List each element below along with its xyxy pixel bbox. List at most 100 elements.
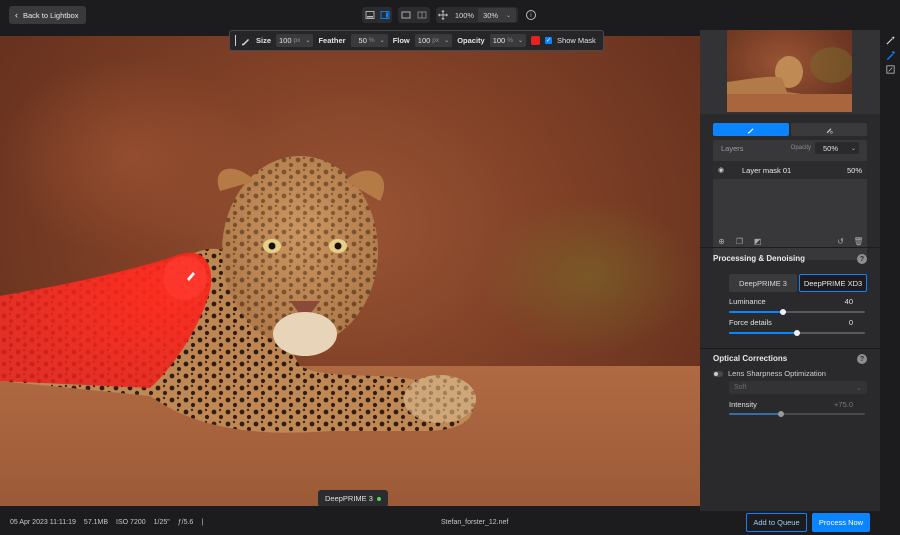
trash-icon[interactable]: 🗑 bbox=[853, 237, 863, 246]
chevron-down-icon: ⌄ bbox=[856, 384, 862, 392]
show-mask-checkbox[interactable]: ✓ bbox=[545, 37, 553, 44]
feather-label: Feather bbox=[318, 36, 346, 45]
invert-mask-icon[interactable]: ◩ bbox=[753, 237, 762, 246]
feather-field[interactable]: 50 % ⌄ bbox=[350, 34, 388, 47]
brush-toolbar: Size 100 px ⌄ Feather 50 % ⌄ Flow 100 px… bbox=[229, 30, 604, 51]
zoom-100-button[interactable]: 100% bbox=[451, 11, 478, 20]
opacity-field[interactable]: 100 % ⌄ bbox=[489, 34, 527, 47]
shutter-speed: 1/25" bbox=[153, 519, 170, 526]
layers-title: Layers bbox=[721, 143, 744, 153]
tool-strip bbox=[880, 30, 900, 511]
split-compare-icon[interactable] bbox=[414, 7, 430, 23]
zoom-select-value: 30% bbox=[483, 10, 499, 20]
back-to-lightbox-button[interactable]: ‹ Back to Lightbox bbox=[9, 6, 87, 24]
chevron-down-icon: ⌄ bbox=[379, 38, 385, 44]
force-details-fill bbox=[729, 332, 797, 334]
navigator-thumbnail[interactable] bbox=[727, 30, 852, 112]
help-icon[interactable]: ? bbox=[857, 354, 867, 364]
intensity-knob[interactable] bbox=[777, 411, 784, 417]
intensity-value[interactable]: +75.0 bbox=[834, 400, 853, 409]
layer-opacity: Opacity 50% ⌄ bbox=[791, 142, 859, 154]
status-dot bbox=[376, 496, 381, 501]
lso-mode-value: Soft bbox=[734, 384, 747, 391]
lso-label: Lens Sharpness Optimization bbox=[728, 369, 826, 378]
flow-label: Flow bbox=[392, 36, 410, 45]
move-icon[interactable] bbox=[436, 7, 451, 23]
add-layer-icon[interactable]: ⊕ bbox=[717, 237, 726, 246]
navigator bbox=[700, 30, 880, 114]
chevron-left-icon: ‹ bbox=[15, 10, 18, 20]
eye-icon[interactable]: ◉ bbox=[718, 166, 728, 174]
view-mode-group bbox=[362, 7, 392, 23]
force-details-knob[interactable] bbox=[794, 330, 800, 336]
flow-field[interactable]: 100 px ⌄ bbox=[414, 34, 453, 47]
duplicate-layer-icon[interactable]: ❐ bbox=[735, 237, 744, 246]
help-icon[interactable]: ? bbox=[857, 254, 867, 264]
lso-mode-select[interactable]: Soft ⌄ bbox=[729, 381, 867, 394]
status-bar: 05 Apr 2023 11:11:19 57.1MB ISO 7200 1/2… bbox=[0, 511, 900, 535]
feather-value: 50 bbox=[358, 36, 367, 45]
file-size: 57.1MB bbox=[83, 519, 109, 526]
tab-brush[interactable] bbox=[713, 123, 789, 136]
add-to-queue-button[interactable]: Add to Queue bbox=[746, 513, 807, 532]
luminance-value[interactable]: 40 bbox=[845, 297, 853, 306]
layer-opacity-pct: 50% bbox=[846, 165, 862, 175]
luminance-slider[interactable] bbox=[729, 309, 865, 315]
engine-badge[interactable]: DeepPRIME 3 bbox=[318, 490, 388, 506]
show-mask-label: Show Mask bbox=[557, 36, 596, 45]
engine-badge-label: DeepPRIME 3 bbox=[325, 494, 373, 503]
force-details-slider[interactable] bbox=[729, 330, 865, 336]
exif-info: 05 Apr 2023 11:11:19 57.1MB ISO 7200 1/2… bbox=[10, 519, 203, 526]
back-label: Back to Lightbox bbox=[23, 10, 79, 20]
magic-wand-icon[interactable] bbox=[884, 34, 896, 46]
before-icon[interactable] bbox=[398, 7, 414, 23]
info-icon[interactable]: i bbox=[526, 10, 536, 20]
iso-value: ISO 7200 bbox=[116, 519, 146, 526]
optical-title: Optical Corrections bbox=[713, 354, 788, 363]
lso-toggle[interactable] bbox=[713, 371, 723, 377]
size-field[interactable]: 100 px ⌄ bbox=[276, 34, 314, 47]
flow-value: 100 bbox=[417, 36, 431, 45]
auto-brush-icon bbox=[826, 127, 833, 134]
process-now-button[interactable]: Process Now bbox=[812, 513, 870, 532]
compare-group bbox=[398, 7, 430, 23]
divider bbox=[700, 348, 880, 349]
image-canvas[interactable]: DeepPRIME 3 bbox=[0, 36, 700, 506]
brush-icon bbox=[747, 127, 754, 134]
luminance-fill bbox=[729, 311, 784, 313]
single-view-icon[interactable] bbox=[362, 7, 377, 23]
leopard-photo bbox=[0, 156, 476, 433]
mask-color-swatch[interactable] bbox=[531, 36, 541, 45]
top-bar: ‹ Back to Lightbox 100% 30% ⌄ i bbox=[0, 0, 900, 30]
brush-icon bbox=[241, 36, 251, 46]
luminance-knob[interactable] bbox=[780, 309, 787, 315]
tab-auto-brush[interactable] bbox=[791, 123, 867, 136]
aperture: ƒ/5.6 bbox=[177, 519, 194, 526]
crop-icon[interactable] bbox=[884, 63, 896, 75]
local-brush-icon[interactable] bbox=[884, 49, 896, 61]
layer-row[interactable]: ◉ Layer mask 01 50% bbox=[713, 161, 867, 179]
opacity-value: 100 bbox=[492, 36, 506, 45]
chevron-down-icon: ⌄ bbox=[518, 38, 524, 44]
divider bbox=[700, 247, 880, 248]
separator: | bbox=[201, 519, 204, 526]
opacity-unit: % bbox=[507, 37, 514, 44]
force-details-value[interactable]: 0 bbox=[849, 318, 853, 327]
layer-opacity-label: Opacity bbox=[790, 145, 811, 151]
filmstrip-view-icon[interactable] bbox=[377, 7, 392, 23]
reset-icon[interactable]: ↺ bbox=[836, 237, 845, 246]
layers-header: Layers Opacity 50% ⌄ bbox=[713, 140, 867, 156]
size-unit: px bbox=[293, 37, 301, 44]
file-name: Stefan_forster_12.nef bbox=[441, 519, 509, 526]
zoom-select[interactable]: 30% ⌄ bbox=[478, 8, 516, 22]
drag-handle[interactable] bbox=[235, 35, 236, 46]
intensity-slider[interactable] bbox=[729, 411, 865, 417]
deepprime-xd3-button[interactable]: DeepPRIME XD3 bbox=[799, 274, 867, 292]
chevron-down-icon: ⌄ bbox=[444, 38, 450, 44]
size-label: Size bbox=[256, 36, 272, 45]
feather-unit: % bbox=[368, 37, 375, 44]
force-details-label: Force details bbox=[729, 318, 772, 327]
layer-opacity-select[interactable]: 50% ⌄ bbox=[815, 142, 859, 154]
deepprime-3-button[interactable]: DeepPRIME 3 bbox=[729, 274, 797, 292]
